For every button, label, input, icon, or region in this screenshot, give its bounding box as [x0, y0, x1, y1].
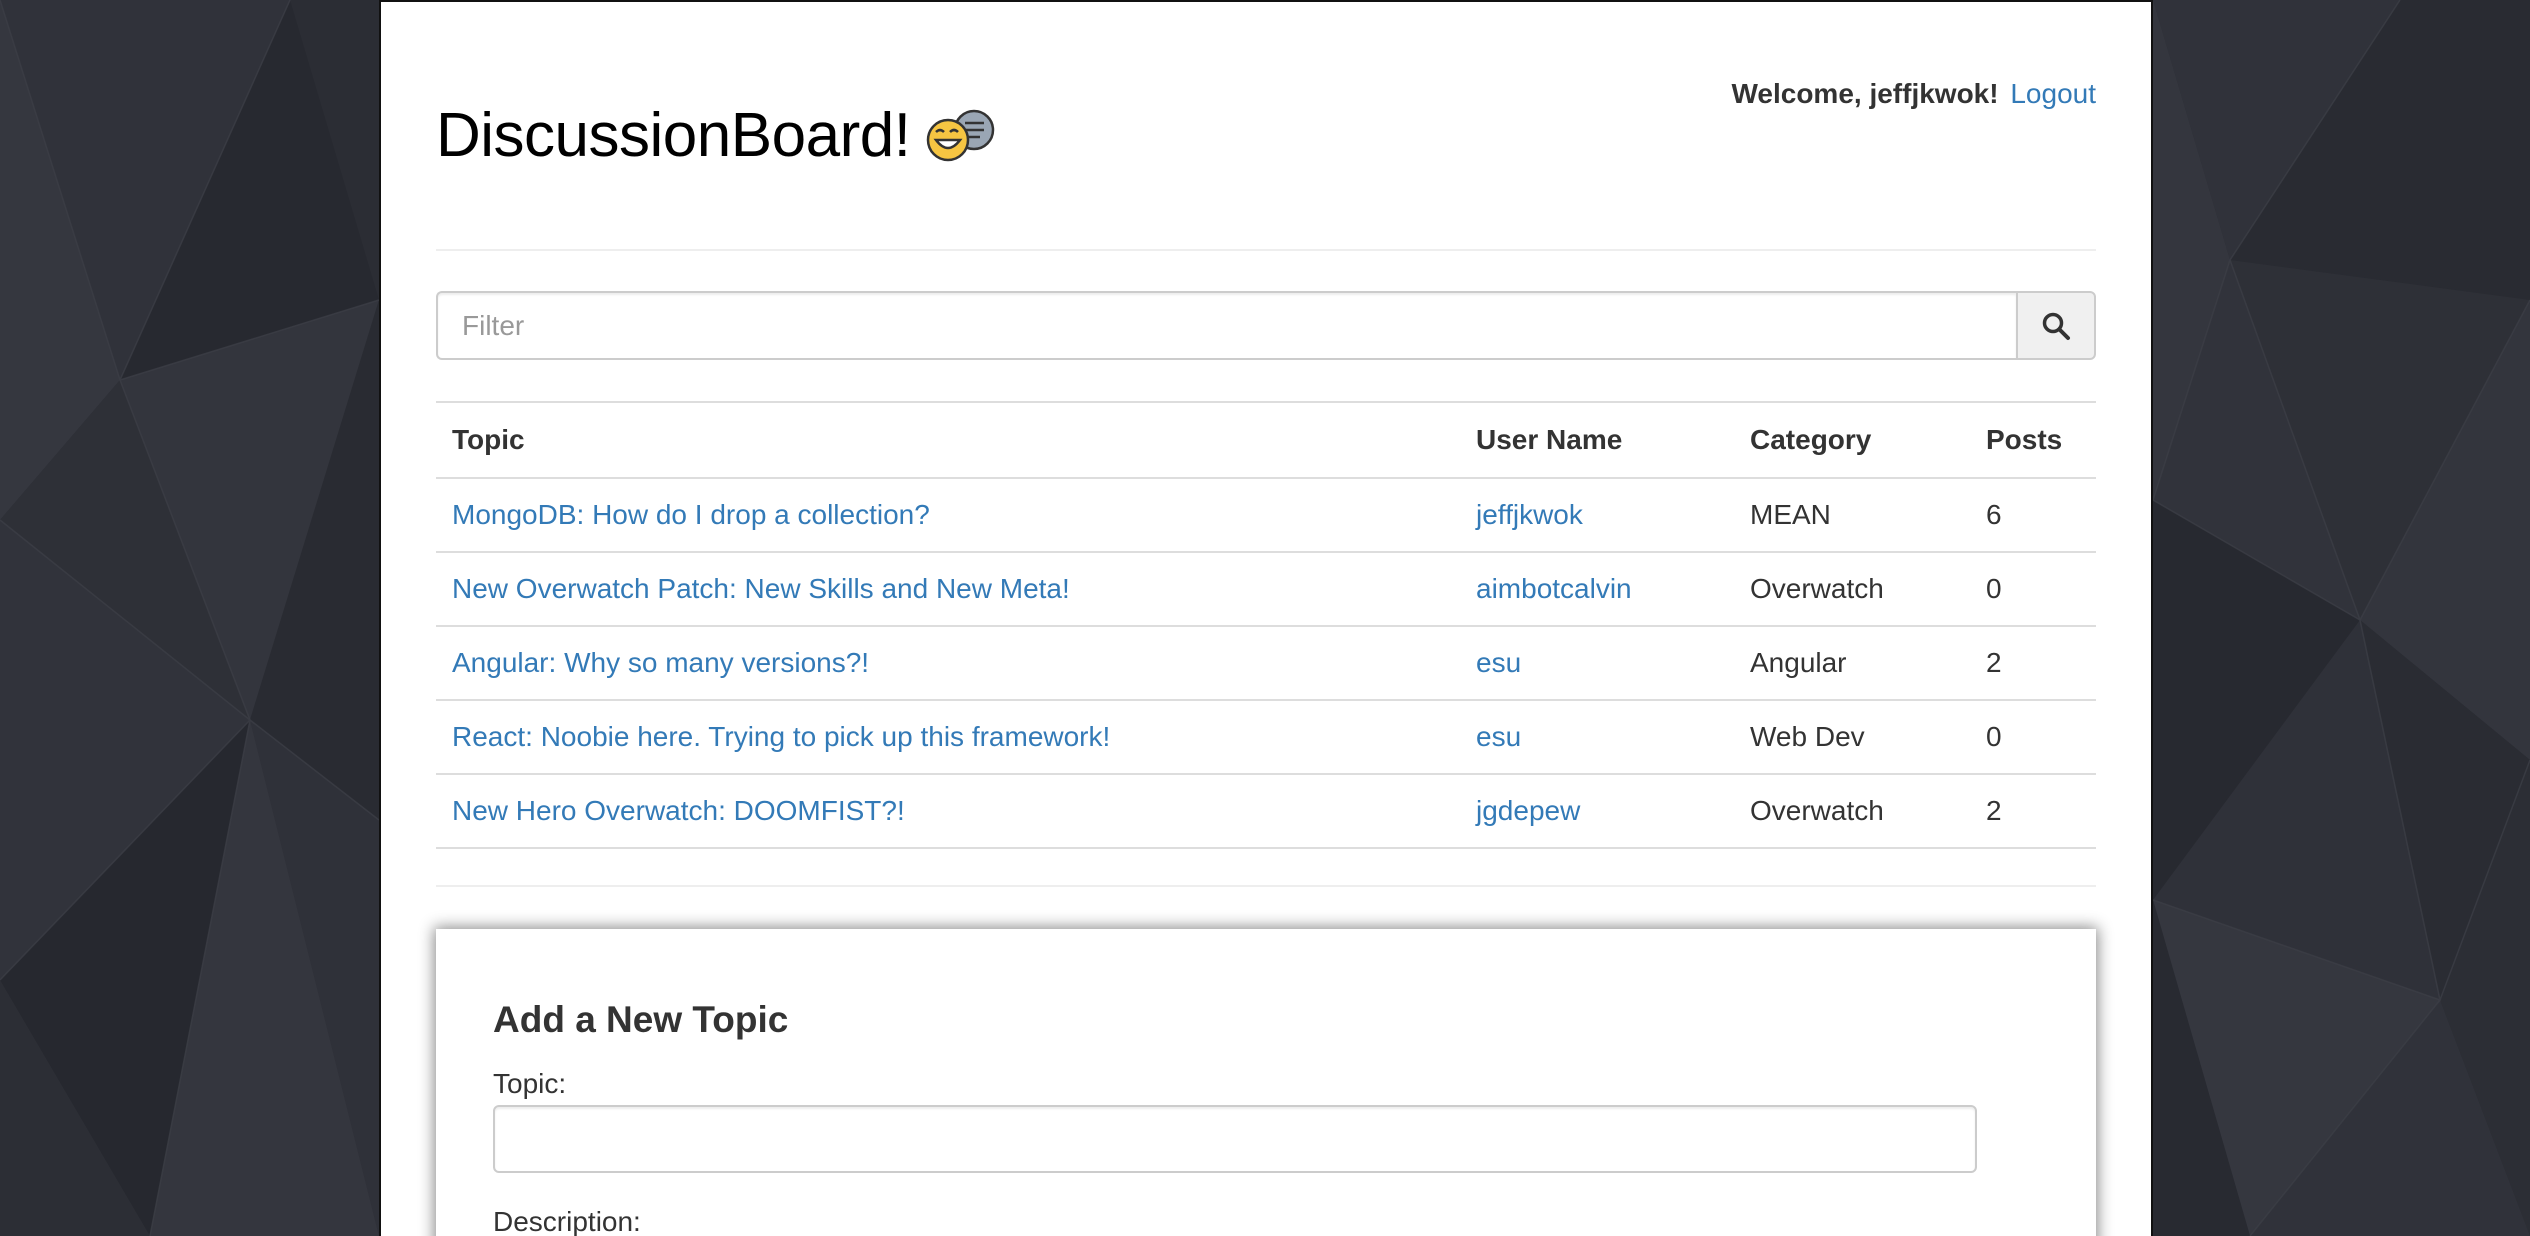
topic-label: Topic:: [493, 1068, 567, 1099]
posts-cell: 0: [1970, 700, 2096, 775]
user-link[interactable]: esu: [1476, 647, 1521, 678]
user-link[interactable]: esu: [1476, 721, 1521, 752]
topic-cell: MongoDB: How do I drop a collection?: [436, 478, 1460, 553]
description-label: Description:: [493, 1206, 641, 1236]
posts-cell: 6: [1970, 478, 2096, 553]
table-divider: [436, 885, 2096, 887]
search-icon: [2042, 312, 2070, 340]
category-cell: Web Dev: [1734, 700, 1970, 775]
category-cell: Angular: [1734, 626, 1970, 701]
category-cell: MEAN: [1734, 478, 1970, 553]
topic-cell: New Overwatch Patch: New Skills and New …: [436, 552, 1460, 627]
category-cell: Overwatch: [1734, 552, 1970, 627]
user-cell: jeffjkwok: [1460, 478, 1734, 553]
main-container: Welcome, jeffjkwok! Logout DiscussionBoa…: [379, 0, 2153, 1236]
table-header-row: Topic User Name Category Posts: [436, 401, 2096, 479]
posts-cell: 2: [1970, 626, 2096, 701]
topic-link[interactable]: Angular: Why so many versions?!: [452, 647, 869, 678]
column-header-user-name: User Name: [1460, 401, 1734, 479]
welcome-area: Welcome, jeffjkwok! Logout: [1731, 78, 2096, 110]
topic-link[interactable]: New Overwatch Patch: New Skills and New …: [452, 573, 1070, 604]
table-row: Angular: Why so many versions?! esu Angu…: [436, 626, 2096, 701]
table-row: New Overwatch Patch: New Skills and New …: [436, 552, 2096, 627]
header-divider: [436, 249, 2096, 251]
new-topic-heading: Add a New Topic: [493, 999, 789, 1040]
user-cell: jgdepew: [1460, 774, 1734, 849]
page-title: DiscussionBoard!: [436, 100, 1000, 171]
topic-cell: New Hero Overwatch: DOOMFIST?!: [436, 774, 1460, 849]
topic-input[interactable]: [493, 1105, 1977, 1173]
laughing-chat-bubble-icon: [927, 109, 995, 161]
user-cell: esu: [1460, 700, 1734, 775]
topic-cell: Angular: Why so many versions?!: [436, 626, 1460, 701]
column-header-category: Category: [1734, 401, 1970, 479]
filter-group: [436, 291, 2096, 360]
posts-cell: 2: [1970, 774, 2096, 849]
posts-cell: 0: [1970, 552, 2096, 627]
welcome-text: Welcome, jeffjkwok!: [1731, 78, 1999, 109]
table-row: React: Noobie here. Trying to pick up th…: [436, 700, 2096, 775]
filter-input[interactable]: [436, 291, 2016, 360]
category-cell: Overwatch: [1734, 774, 1970, 849]
user-link[interactable]: jeffjkwok: [1476, 499, 1583, 530]
table-row: New Hero Overwatch: DOOMFIST?! jgdepew O…: [436, 774, 2096, 849]
logout-link[interactable]: Logout: [2010, 78, 2096, 109]
topic-link[interactable]: React: Noobie here. Trying to pick up th…: [452, 721, 1110, 752]
user-link[interactable]: aimbotcalvin: [1476, 573, 1632, 604]
page-title-text: DiscussionBoard!: [436, 101, 911, 170]
search-button[interactable]: [2016, 291, 2096, 360]
user-link[interactable]: jgdepew: [1476, 795, 1580, 826]
topics-table: Topic User Name Category Posts MongoDB: …: [436, 401, 2096, 849]
column-header-topic: Topic: [436, 401, 1460, 479]
topic-link[interactable]: New Hero Overwatch: DOOMFIST?!: [452, 795, 905, 826]
user-cell: esu: [1460, 626, 1734, 701]
topic-link[interactable]: MongoDB: How do I drop a collection?: [452, 499, 930, 530]
topic-cell: React: Noobie here. Trying to pick up th…: [436, 700, 1460, 775]
new-topic-panel: Add a New Topic Topic: Description:: [436, 929, 2096, 1236]
column-header-posts: Posts: [1970, 401, 2096, 479]
table-row: MongoDB: How do I drop a collection? jef…: [436, 478, 2096, 553]
user-cell: aimbotcalvin: [1460, 552, 1734, 627]
